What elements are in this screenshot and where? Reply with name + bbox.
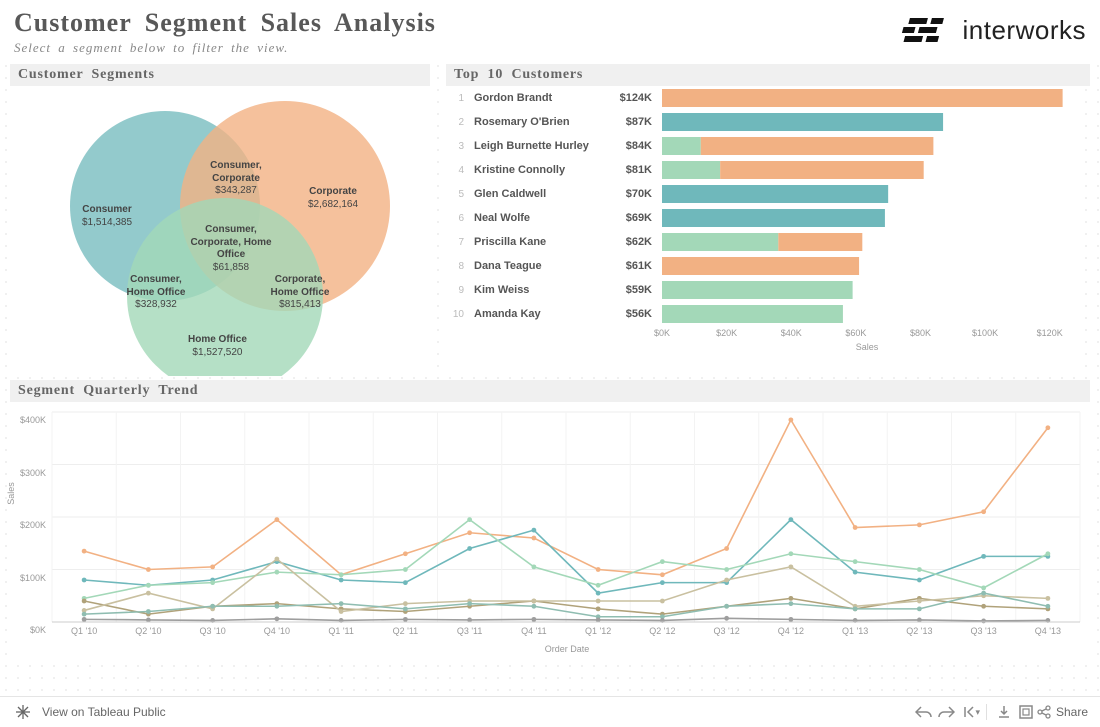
customer-name: Glen Caldwell [464,188,606,200]
venn-chart[interactable]: Consumer$1,514,385 Corporate$2,682,164 H… [10,86,430,376]
header: Customer Segment Sales Analysis Select a… [0,0,1100,58]
customer-name: Kim Weiss [464,284,606,296]
bar[interactable] [652,113,1082,131]
toolbar-separator [986,704,987,720]
top10-row[interactable]: 6Neal Wolfe$69K [446,206,1082,230]
view-on-tableau-link[interactable]: View on Tableau Public [42,705,166,719]
header-titles: Customer Segment Sales Analysis Select a… [14,8,436,56]
share-label: Share [1056,705,1088,719]
customer-name: Gordon Brandt [464,92,606,104]
customer-value: $124K [606,92,652,104]
top10-row[interactable]: 8Dana Teague$61K [446,254,1082,278]
top10-x-axis: Sales $0K$20K$40K$60K$80K$100K$120K [652,326,1082,356]
bar[interactable] [652,137,1082,155]
trend-x-axis: Order Date Q1 '10Q2 '10Q3 '10Q4 '10Q1 '1… [52,624,1082,658]
customer-value: $70K [606,188,652,200]
customer-value: $62K [606,236,652,248]
customer-value: $69K [606,212,652,224]
rank: 1 [446,93,464,104]
top10-row[interactable]: 4Kristine Connolly$81K [446,158,1082,182]
top10-row[interactable]: 7Priscilla Kane$62K [446,230,1082,254]
bar[interactable] [652,257,1082,275]
customer-name: Rosemary O'Brien [464,116,606,128]
top10-row[interactable]: 2Rosemary O'Brien$87K [446,110,1082,134]
top10-title: Top 10 Customers [446,64,1090,86]
customer-value: $84K [606,140,652,152]
customer-name: Amanda Kay [464,308,606,320]
download-icon[interactable] [993,701,1015,723]
page-title: Customer Segment Sales Analysis [14,8,436,38]
customer-value: $59K [606,284,652,296]
trend-xlabel: Order Date [545,644,590,654]
interworks-mark-icon [899,14,955,46]
trend-chart[interactable]: Sales $0K$100K$200K$300K$400K Order Date… [10,402,1090,662]
top10-panel: Top 10 Customers 1Gordon Brandt$124K2Ros… [446,64,1090,376]
bar[interactable] [652,233,1082,251]
bar[interactable] [652,89,1082,107]
share-icon [1037,705,1051,719]
bar[interactable] [652,209,1082,227]
trend-ylabel: Sales [6,482,16,505]
page-subtitle: Select a segment below to filter the vie… [14,40,436,56]
customer-value: $61K [606,260,652,272]
trend-title: Segment Quarterly Trend [10,380,1090,402]
customer-value: $87K [606,116,652,128]
segments-panel: Customer Segments Consumer$1,514,385 Cor… [10,64,430,376]
dashboard: Customer Segment Sales Analysis Select a… [0,0,1100,697]
share-button[interactable]: Share [1037,705,1088,719]
top10-chart[interactable]: 1Gordon Brandt$124K2Rosemary O'Brien$87K… [446,86,1082,376]
rank: 5 [446,189,464,200]
customer-value: $81K [606,164,652,176]
bar[interactable] [652,305,1082,323]
footer-left: View on Tableau Public [12,701,166,723]
trend-panel: Segment Quarterly Trend Sales $0K$100K$2… [10,380,1090,662]
customer-name: Priscilla Kane [464,236,606,248]
customer-name: Dana Teague [464,260,606,272]
rank: 6 [446,213,464,224]
customer-name: Leigh Burnette Hurley [464,140,606,152]
trend-y-axis: Sales $0K$100K$200K$300K$400K [12,410,48,622]
rank: 9 [446,285,464,296]
top10-row[interactable]: 10Amanda Kay$56K [446,302,1082,326]
top10-row[interactable]: 3Leigh Burnette Hurley$84K [446,134,1082,158]
undo-icon[interactable] [913,701,935,723]
customer-name: Neal Wolfe [464,212,606,224]
rank: 8 [446,261,464,272]
revert-chevron-icon[interactable]: ▾ [975,707,980,718]
brand-logo: interworks [899,14,1086,46]
top10-row[interactable]: 9Kim Weiss$59K [446,278,1082,302]
customer-value: $56K [606,308,652,320]
footer-toolbar: View on Tableau Public ▾ Share [0,696,1100,727]
redo-icon[interactable] [935,701,957,723]
segments-title: Customer Segments [10,64,430,86]
rank: 2 [446,117,464,128]
rank: 3 [446,141,464,152]
bar[interactable] [652,161,1082,179]
top10-row[interactable]: 5Glen Caldwell$70K [446,182,1082,206]
bar[interactable] [652,185,1082,203]
bar[interactable] [652,281,1082,299]
top10-row[interactable]: 1Gordon Brandt$124K [446,86,1082,110]
rank: 10 [446,309,464,320]
top10-axis-label: Sales [856,342,879,352]
rank: 7 [446,237,464,248]
rank: 4 [446,165,464,176]
row-top: Customer Segments Consumer$1,514,385 Cor… [0,58,1100,376]
fullscreen-icon[interactable] [1015,701,1037,723]
customer-name: Kristine Connolly [464,164,606,176]
brand-wordmark: interworks [963,15,1086,46]
tableau-logo-icon[interactable] [12,701,34,723]
